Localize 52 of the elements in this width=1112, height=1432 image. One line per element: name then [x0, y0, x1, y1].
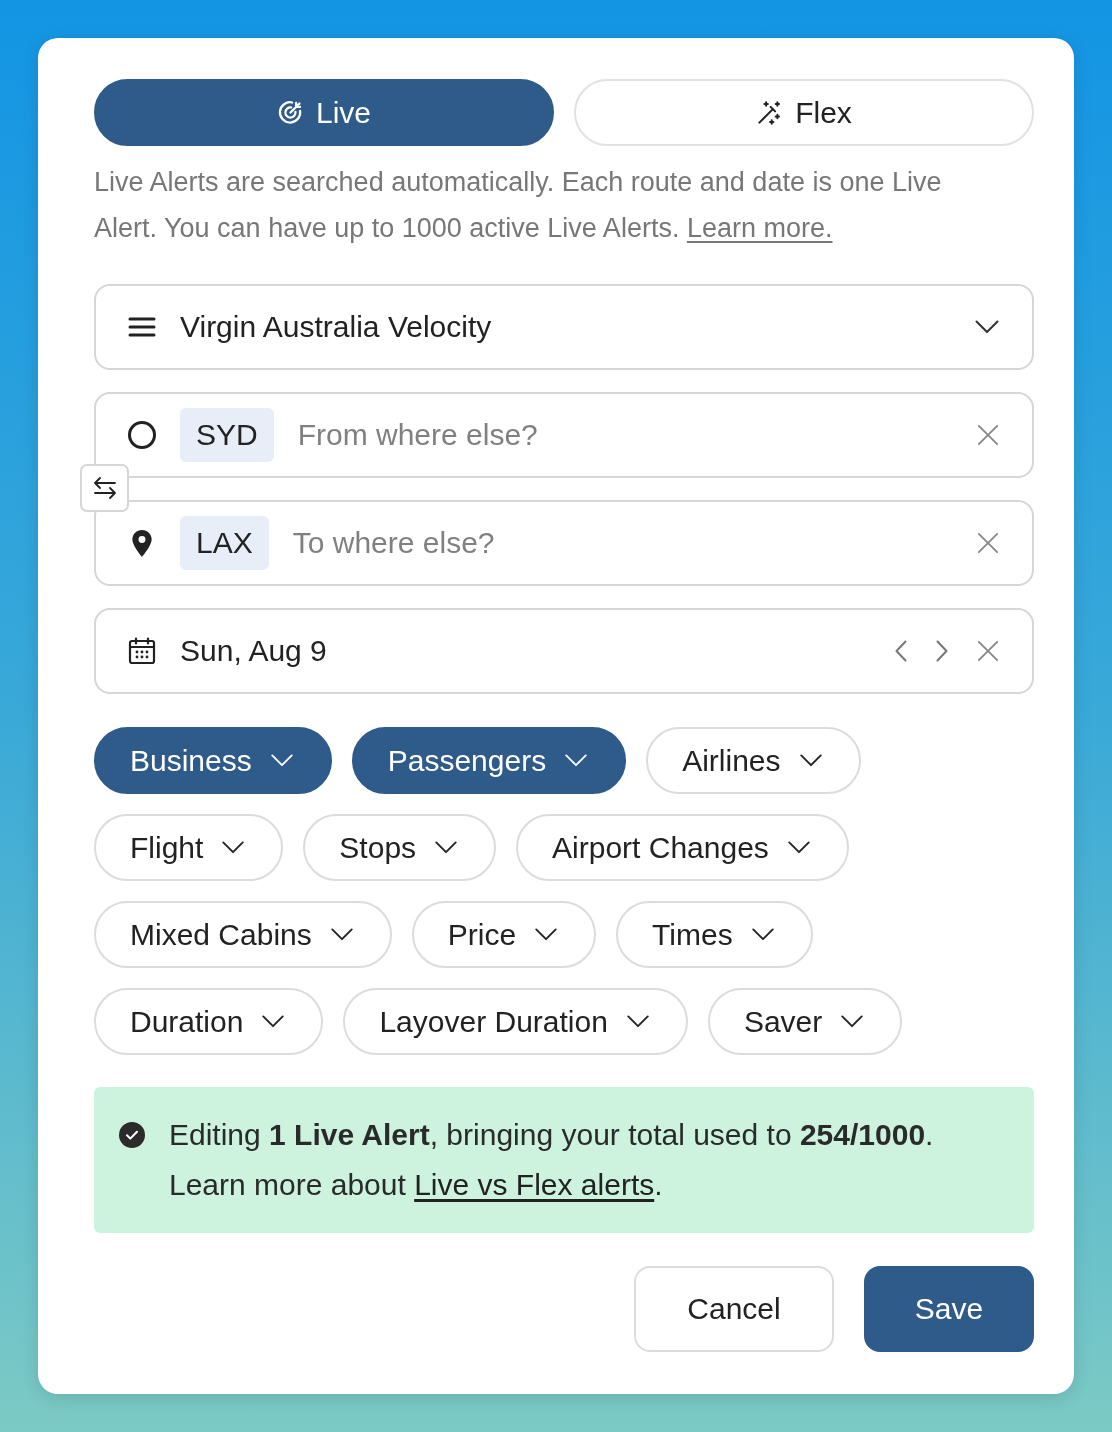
cancel-button[interactable]: Cancel	[634, 1266, 834, 1352]
chevron-down-icon	[840, 1015, 865, 1028]
circle-icon	[128, 421, 156, 449]
filter-button[interactable]: Duration	[94, 988, 324, 1055]
chevron-down-icon	[261, 1015, 286, 1028]
save-button[interactable]: Save	[864, 1266, 1034, 1352]
chevron-down-icon	[798, 754, 823, 767]
airport-chip[interactable]: SYD	[180, 408, 274, 462]
date-field[interactable]: Sun, Aug 9	[94, 608, 1034, 694]
filter-button[interactable]: Airport Changes	[516, 814, 849, 881]
origin-field[interactable]: SYD From where else?	[94, 392, 1034, 478]
filter-button[interactable]: Saver	[707, 988, 903, 1055]
description-text: Live Alerts are searched automatically. Each route and date is one Live Alert. You can have up to 1000 active Live Alerts. Learn more.	[94, 166, 943, 245]
chevron-down-icon	[221, 841, 246, 854]
filter-button[interactable]: Airlines	[646, 727, 861, 794]
program-select[interactable]: Virgin Australia Velocity	[94, 284, 1034, 370]
learn-more-text: Learn more about Live vs Flex alerts.	[169, 1167, 664, 1203]
calendar-icon	[128, 637, 156, 665]
chevron-down-icon	[434, 841, 459, 854]
close-icon[interactable]	[977, 640, 999, 662]
filter-button[interactable]: Times	[616, 901, 813, 968]
chevron-down-icon	[786, 841, 811, 854]
chevron-down-icon	[564, 754, 589, 767]
chevron-down-icon	[534, 928, 559, 941]
target-icon	[276, 99, 304, 126]
swap-arrows-icon	[92, 477, 117, 499]
filter-button[interactable]: Passengers	[351, 727, 627, 794]
filter-button[interactable]: Stops	[303, 814, 497, 881]
swap-button[interactable]	[80, 464, 129, 512]
filter-button[interactable]: Layover Duration	[343, 988, 688, 1055]
learn-more-link[interactable]: Learn more.	[686, 213, 833, 243]
map-pin-icon	[131, 529, 153, 557]
chevron-right-icon[interactable]	[936, 640, 948, 662]
filter-button[interactable]: Flight	[94, 814, 284, 881]
chevron-down-icon	[750, 928, 775, 941]
alert-summary-text: Editing 1 Live Alert, bringing your total used to 254/1000.	[169, 1117, 934, 1153]
chevron-left-icon[interactable]	[895, 640, 907, 662]
chevron-down-icon	[625, 1015, 650, 1028]
live-vs-flex-link[interactable]: Live vs Flex alerts	[414, 1168, 655, 1201]
check-circle-icon	[119, 1122, 145, 1148]
chevron-down-icon	[269, 754, 294, 767]
chevron-down-icon	[975, 320, 999, 334]
close-icon[interactable]	[977, 424, 999, 446]
filter-button[interactable]: Mixed Cabins	[94, 901, 392, 968]
mode-tab[interactable]: Live	[94, 79, 554, 146]
airport-chip[interactable]: LAX	[180, 516, 269, 570]
close-icon[interactable]	[977, 532, 999, 554]
destination-field[interactable]: LAX To where else?	[94, 500, 1034, 586]
filter-button[interactable]: Business	[94, 727, 332, 794]
chevron-down-icon	[329, 928, 354, 941]
mode-tab[interactable]: Flex	[574, 79, 1034, 146]
filter-button[interactable]: Price	[411, 901, 597, 968]
